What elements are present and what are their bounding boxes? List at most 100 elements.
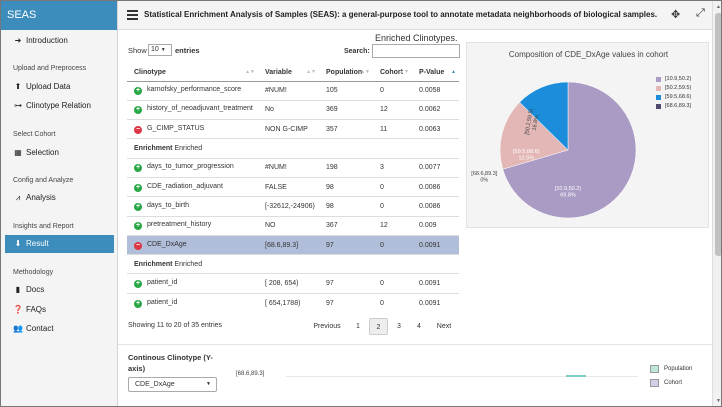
table-row[interactable]: + pretreatment_history NO 367 12 0.009 <box>127 215 459 236</box>
next-page-button[interactable]: Next <box>434 318 454 335</box>
column-header-cohort[interactable]: Cohort ▲▼ <box>373 64 412 82</box>
table-row[interactable]: + patient_id [ 654,1788) 97 0 0.0091 <box>127 292 459 313</box>
menu-toggle-icon[interactable] <box>127 10 138 20</box>
cell-pvalue: 0.0086 <box>412 196 459 217</box>
vertical-scrollbar[interactable]: ▲ ▼ <box>712 1 721 406</box>
cell-population: 97 <box>319 234 373 255</box>
cell-text: 0 <box>380 202 384 210</box>
column-label: P-Value <box>419 68 445 76</box>
cell-clinotype: + days_to_birth <box>127 196 258 217</box>
column-label: Variable <box>265 68 292 76</box>
group-row[interactable]: Enrichment Enriched <box>127 138 459 159</box>
legend-item[interactable]: [50.2,59.5) <box>656 85 691 94</box>
expand-row-icon[interactable]: + <box>134 222 142 231</box>
bar-category-label: [68.6,89.3] <box>236 371 265 377</box>
sidebar-item-contact[interactable]: 👥 Contact <box>5 320 114 338</box>
sidebar-item-label: Selection <box>26 148 59 157</box>
column-label: Clinotype <box>134 68 166 76</box>
table-row[interactable]: + CDE_radiation_adjuvant FALSE 98 0 0.0086 <box>127 176 459 197</box>
page-length-value: 10 <box>151 46 159 53</box>
legend-item[interactable]: [59.5,68.6) <box>656 94 691 103</box>
search-input[interactable] <box>372 44 460 58</box>
column-header-population[interactable]: Population ▲▼ <box>319 64 373 82</box>
cell-population: 367 <box>319 215 373 236</box>
cell-pvalue: 0.009 <box>412 215 459 236</box>
page-button-current[interactable]: 2 <box>369 318 388 335</box>
collapse-row-icon[interactable]: − <box>134 125 142 134</box>
sidebar-item-upload-data[interactable]: ⬆ Upload Data <box>5 78 114 96</box>
table-row[interactable]: − CDE_DxAge [68.6,89.3] 97 0 0.0091 <box>127 234 459 255</box>
legend-item-population[interactable]: Population <box>650 365 692 379</box>
expand-icon[interactable]: ⤢ <box>696 7 705 20</box>
table-row[interactable]: + karnofsky_performance_score #NUM! 105 0 0.0… <box>127 80 459 101</box>
expand-row-icon[interactable]: + <box>134 299 142 308</box>
cell-population: 98 <box>319 196 373 217</box>
column-header-pvalue[interactable]: P-Value ▲ <box>412 64 459 82</box>
table-row[interactable]: + history_of_neoadjuvant_treatment No 369 12… <box>127 99 459 120</box>
cell-text: 98 <box>326 183 334 191</box>
app-window: SEAS ➜ Introduction Upload and Preprocess… <box>0 0 722 407</box>
expand-row-icon[interactable]: + <box>134 164 142 173</box>
cell-variable: NO <box>258 215 319 236</box>
expand-row-icon[interactable]: + <box>134 106 142 115</box>
cell-text: pretreatment_history <box>147 221 212 229</box>
continuous-clinotype-label: Continous Clinotype (Y-axis) <box>128 353 213 373</box>
sidebar-item-analysis[interactable]: ⩘ Analysis <box>5 189 114 207</box>
sidebar-item-faqs[interactable]: ❓ FAQs <box>5 301 114 319</box>
group-cell: Enrichment Enriched <box>127 138 459 159</box>
expand-row-icon[interactable]: + <box>134 202 142 211</box>
legend-item-cohort[interactable]: Cohort <box>650 379 692 393</box>
download-icon: ⬇ <box>14 239 22 248</box>
sidebar-item-clinotype-relation[interactable]: ⊶ Clinotype Relation <box>5 97 114 115</box>
page-button[interactable]: 1 <box>351 318 365 335</box>
legend-item[interactable]: [68.6,89.3] <box>656 103 691 112</box>
page-length-select[interactable]: 10 ▼ <box>148 44 172 56</box>
cell-text: 0.0091 <box>419 241 441 249</box>
brand-title[interactable]: SEAS <box>1 1 117 30</box>
collapse-icon[interactable]: ✥ <box>671 8 680 21</box>
page-button[interactable]: 3 <box>392 318 406 335</box>
continuous-clinotype-select[interactable]: CDE_DxAge ▼ <box>128 377 217 392</box>
previous-page-button[interactable]: Previous <box>313 318 341 335</box>
collapse-row-icon[interactable]: − <box>134 241 142 250</box>
expand-row-icon[interactable]: + <box>134 280 142 289</box>
scroll-up-icon[interactable]: ▲ <box>716 4 721 10</box>
cell-text: 3 <box>380 164 384 172</box>
scrollbar-thumb[interactable] <box>715 13 721 256</box>
cell-pvalue: 0.0062 <box>412 99 459 120</box>
cell-pvalue: 0.0086 <box>412 176 459 197</box>
table-row[interactable]: + patient_id [ 208, 654) 97 0 0.0091 <box>127 273 459 294</box>
cell-text: NON G-CIMP <box>265 125 308 133</box>
selected-value: CDE_DxAge <box>135 381 175 388</box>
cell-text: G_CIMP_STATUS <box>147 124 205 132</box>
pie-chart: [10.9,50.2) 69.8%[50.2,59.5)16.8%[59.5,68… <box>471 81 637 219</box>
table-row[interactable]: + days_to_tumor_progression #NUM! 198 3 0.007… <box>127 157 459 178</box>
sidebar-item-selection[interactable]: ▦ Selection <box>5 144 114 162</box>
table-row[interactable]: − G_CIMP_STATUS NON G-CIMP 357 11 0.0063 <box>127 119 459 139</box>
legend-item[interactable]: [10.9,50.2) <box>656 76 691 85</box>
cell-variable: [-32612,-24906) <box>258 196 319 217</box>
pie-slice-label: [68.6,89.3] 0% <box>471 171 497 184</box>
scroll-down-icon[interactable]: ▼ <box>716 398 721 404</box>
column-header-variable[interactable]: Variable ▲▼ <box>258 64 319 82</box>
page-button[interactable]: 4 <box>412 318 426 335</box>
cell-text: NO <box>265 222 276 230</box>
cell-pvalue: 0.0091 <box>412 292 459 313</box>
group-row[interactable]: Enrichment Enriched <box>127 254 459 274</box>
cell-variable: [ 654,1788) <box>258 292 319 313</box>
sidebar-item-docs[interactable]: ▮ Docs <box>5 281 114 299</box>
cell-text: 105 <box>326 87 338 95</box>
sidebar-item-introduction[interactable]: ➜ Introduction <box>5 32 114 50</box>
cell-cohort: 0 <box>373 176 412 197</box>
cell-variable: #NUM! <box>258 157 319 178</box>
sidebar-item-result[interactable]: ⬇ Result <box>5 235 114 253</box>
expand-row-icon[interactable]: + <box>134 183 142 192</box>
table-row[interactable]: + days_to_birth [-32612,-24906) 98 0 0.0086 <box>127 196 459 217</box>
sidebar-item-label: FAQs <box>26 305 47 314</box>
expand-row-icon[interactable]: + <box>134 87 142 96</box>
column-header-clinotype[interactable]: Clinotype ▲▼ <box>127 64 258 82</box>
group-label: Enrichment <box>134 260 173 268</box>
sidebar-item-label: Analysis <box>26 193 56 202</box>
cell-text: 0.0091 <box>419 299 441 307</box>
cell-cohort: 12 <box>373 99 412 120</box>
